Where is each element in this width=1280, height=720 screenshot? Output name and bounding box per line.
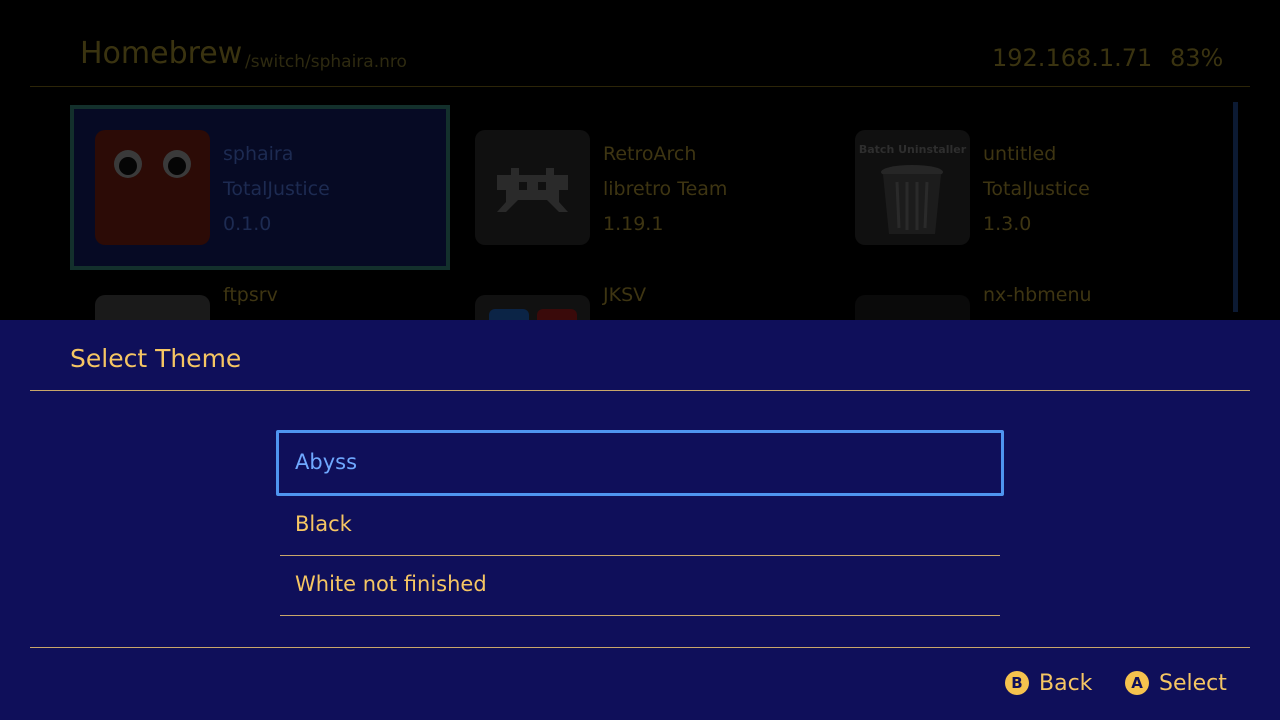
- app-tile-untitled[interactable]: Batch Uninstaller untitled TotalJustice …: [830, 105, 1210, 270]
- select-label: Select: [1159, 670, 1227, 696]
- sphaira-icon: [95, 130, 210, 245]
- app-author: TotalJustice: [983, 178, 1090, 200]
- select-button[interactable]: A Select: [1125, 668, 1227, 698]
- dialog-title: Select Theme: [70, 344, 242, 373]
- select-theme-dialog: Select Theme Abyss Black White not finis…: [0, 320, 1280, 720]
- theme-option-abyss[interactable]: Abyss: [276, 430, 1004, 496]
- app-name: untitled: [983, 143, 1057, 165]
- battery-level: 83%: [1170, 44, 1224, 72]
- app-name: ftpsrv: [223, 284, 278, 306]
- app-name: JKSV: [603, 284, 647, 306]
- b-button-icon: B: [1005, 671, 1029, 695]
- a-button-icon: A: [1125, 671, 1149, 695]
- app-version: 1.3.0: [983, 213, 1032, 235]
- ip-address: 192.168.1.71: [992, 44, 1153, 72]
- app-tile-retroarch[interactable]: RetroArch libretro Team 1.19.1: [450, 105, 830, 270]
- theme-list: Abyss Black White not finished: [276, 430, 1004, 616]
- icon-caption: Batch Uninstaller: [858, 143, 967, 156]
- current-path: /switch/sphaira.nro: [245, 52, 407, 72]
- app-author: libretro Team: [603, 178, 728, 200]
- theme-option-black[interactable]: Black: [280, 496, 1000, 556]
- title-divider: [30, 390, 1250, 391]
- app-version: 1.19.1: [603, 213, 664, 235]
- option-label: Black: [295, 512, 352, 536]
- trash-icon: Batch Uninstaller: [855, 130, 970, 245]
- footer-divider: [30, 647, 1250, 648]
- app-name: sphaira: [223, 143, 294, 165]
- app-author: TotalJustice: [223, 178, 330, 200]
- scrollbar[interactable]: [1233, 102, 1238, 312]
- header-divider: [30, 86, 1250, 87]
- retroarch-icon: [475, 130, 590, 245]
- option-label: White not finished: [295, 572, 487, 596]
- option-label: Abyss: [295, 450, 358, 474]
- app-version: 0.1.0: [223, 213, 272, 235]
- app-tile-sphaira[interactable]: sphaira TotalJustice 0.1.0: [70, 105, 450, 270]
- back-label: Back: [1039, 670, 1093, 696]
- back-button[interactable]: B Back: [1005, 668, 1092, 698]
- app-name: nx-hbmenu: [983, 284, 1092, 306]
- page-title: Homebrew: [80, 36, 243, 71]
- app-name: RetroArch: [603, 143, 697, 165]
- theme-option-white[interactable]: White not finished: [280, 556, 1000, 616]
